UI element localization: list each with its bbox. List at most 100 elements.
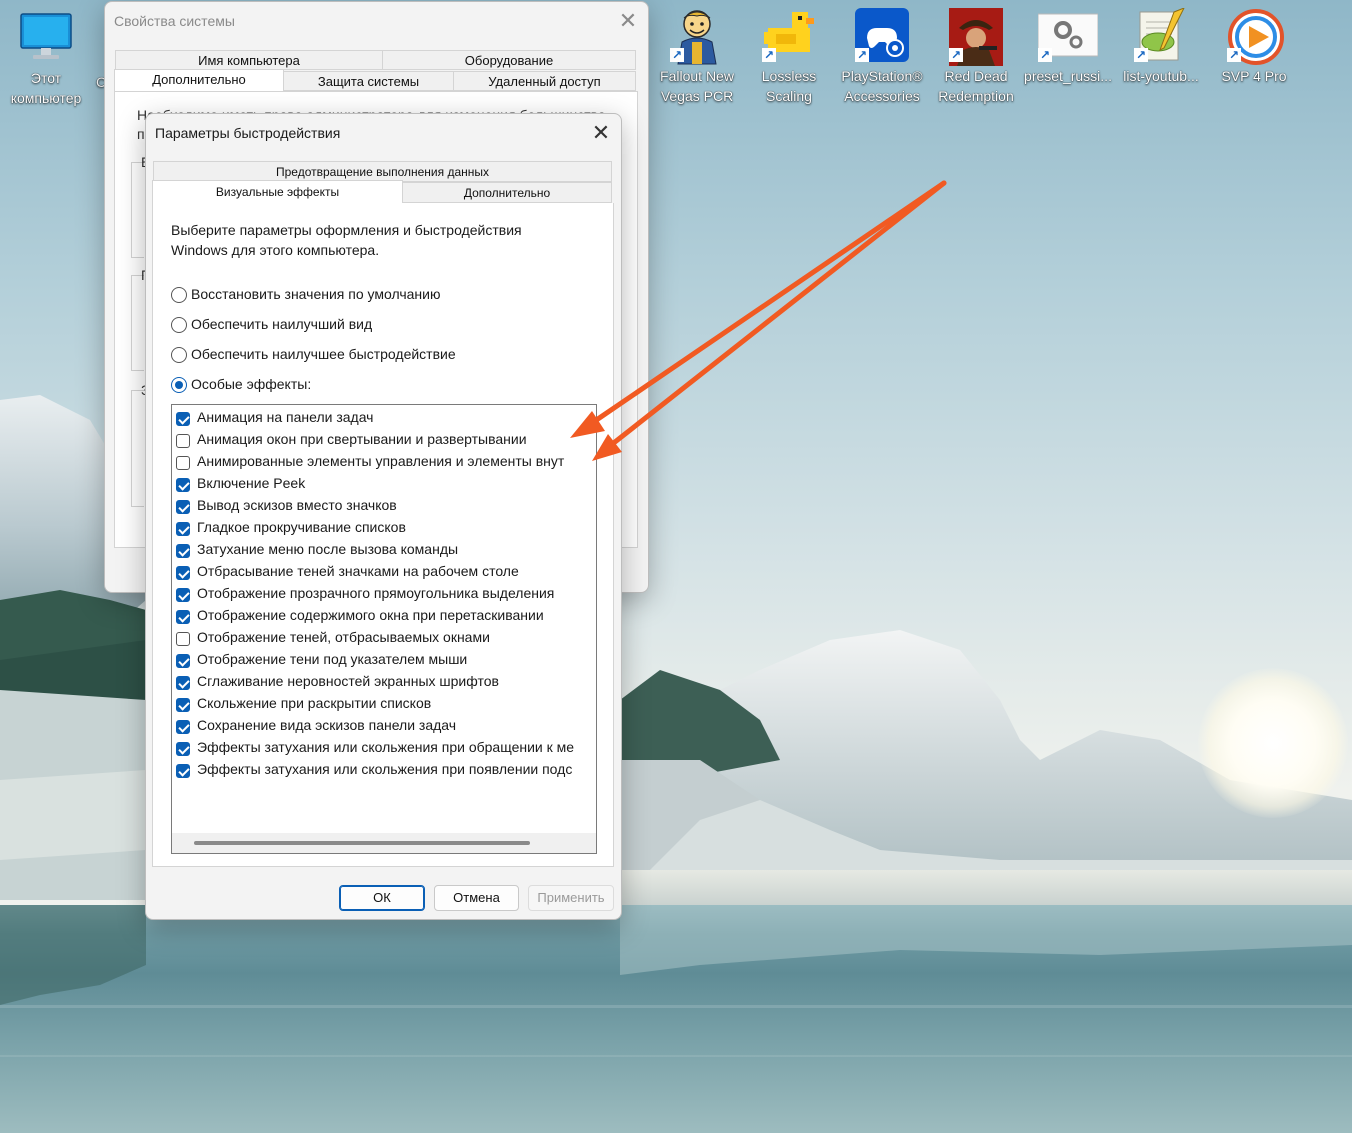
desktop-icon-label: Fallout New Vegas PCR bbox=[660, 68, 734, 104]
checkbox-checked[interactable] bbox=[176, 698, 190, 712]
radio-circle[interactable] bbox=[171, 287, 187, 303]
checkbox-checked[interactable] bbox=[176, 588, 190, 602]
close-icon[interactable]: ✕ bbox=[618, 10, 638, 32]
effect-checkbox-row[interactable]: Сохранение вида эскизов панели задач bbox=[172, 717, 457, 734]
effect-label: Эффекты затухания или скольжения при обр… bbox=[197, 739, 575, 755]
checkbox-checked[interactable] bbox=[176, 654, 190, 668]
effect-label: Анимация на панели задач bbox=[197, 409, 374, 425]
wallpaper-sun bbox=[1198, 668, 1348, 818]
radio-circle[interactable] bbox=[171, 347, 187, 363]
wallpaper-reflection bbox=[0, 905, 1352, 1057]
effect-label: Отображение содержимого окна при перетас… bbox=[197, 607, 544, 623]
radio-best-appearance[interactable]: Обеспечить наилучший вид bbox=[171, 316, 372, 333]
desktop-icon-label: PlayStation® Accessories bbox=[841, 68, 923, 104]
effect-checkbox-row[interactable]: Отображение содержимого окна при перетас… bbox=[172, 607, 544, 624]
desktop-icon-playstation-accessories[interactable]: ↗ PlayStation® Accessories bbox=[836, 8, 928, 106]
visual-effects-panel: Выберите параметры оформления и быстроде… bbox=[152, 203, 614, 867]
checkbox-checked[interactable] bbox=[176, 412, 190, 426]
effects-listbox[interactable]: Анимация на панели задач Анимация окон пр… bbox=[171, 404, 597, 854]
effect-checkbox-row[interactable]: Сглаживание неровностей экранных шрифтов bbox=[172, 673, 499, 690]
effect-checkbox-row[interactable]: Вывод эскизов вместо значков bbox=[172, 497, 397, 514]
effect-checkbox-row[interactable]: Отображение прозрачного прямоугольника в… bbox=[172, 585, 555, 602]
checkbox-unchecked[interactable] bbox=[176, 434, 190, 448]
horizontal-scrollbar[interactable] bbox=[172, 833, 596, 853]
desktop-icon-partial[interactable]: С bbox=[60, 58, 110, 92]
shortcut-arrow-icon: ↗ bbox=[855, 48, 869, 62]
effect-checkbox-row[interactable]: Скольжение при раскрытии списков bbox=[172, 695, 432, 712]
checkbox-checked[interactable] bbox=[176, 720, 190, 734]
ok-button[interactable]: ОК bbox=[339, 885, 425, 911]
effect-label: Скольжение при раскрытии списков bbox=[197, 695, 432, 711]
effect-checkbox-row[interactable]: Эффекты затухания или скольжения при обр… bbox=[172, 739, 575, 756]
radio-custom[interactable]: Особые эффекты: bbox=[171, 376, 311, 393]
effect-label: Включение Peek bbox=[197, 475, 306, 491]
effect-label: Вывод эскизов вместо значков bbox=[197, 497, 397, 513]
radio-circle[interactable] bbox=[171, 317, 187, 333]
tab-advanced[interactable]: Дополнительно bbox=[402, 182, 612, 203]
radio-restore-defaults[interactable]: Восстановить значения по умолчанию bbox=[171, 286, 440, 303]
red-dead-redemption-icon: ↗ bbox=[949, 8, 1003, 66]
effect-label: Гладкое прокручивание списков bbox=[197, 519, 406, 535]
effect-checkbox-row[interactable]: Включение Peek bbox=[172, 475, 306, 492]
effect-checkbox-row[interactable]: Эффекты затухания или скольжения при поя… bbox=[172, 761, 572, 778]
effect-checkbox-row[interactable]: Анимация на панели задач bbox=[172, 409, 374, 426]
checkbox-unchecked[interactable] bbox=[176, 632, 190, 646]
desktop-icon-label: list-youtub... bbox=[1123, 68, 1199, 84]
checkbox-checked[interactable] bbox=[176, 478, 190, 492]
radio-circle-selected[interactable] bbox=[171, 377, 187, 393]
monitor-icon bbox=[19, 10, 73, 64]
desktop-icon-label: preset_russi... bbox=[1024, 68, 1112, 84]
startup-groupbox bbox=[131, 390, 144, 507]
checkbox-checked[interactable] bbox=[176, 500, 190, 514]
dialog-title: Параметры быстродействия bbox=[155, 125, 341, 141]
tab-remote-access[interactable]: Удаленный доступ bbox=[453, 71, 636, 91]
svp-play-icon: ↗ bbox=[1227, 8, 1284, 65]
performance-options-dialog: Параметры быстродействия ✕ Предотвращени… bbox=[145, 113, 622, 920]
checkbox-checked[interactable] bbox=[176, 742, 190, 756]
effect-label: Отображение прозрачного прямоугольника в… bbox=[197, 585, 555, 601]
titlebar: Параметры быстродействия ✕ bbox=[146, 114, 621, 152]
titlebar: Свойства системы ✕ bbox=[105, 2, 648, 40]
effect-checkbox-row[interactable]: Отбрасывание теней значками на рабочем с… bbox=[172, 563, 519, 580]
tab-system-protection[interactable]: Защита системы bbox=[283, 71, 454, 91]
notepad-plus-plus-icon: ↗ bbox=[1134, 7, 1188, 62]
effect-label: Отображение тени под указателем мыши bbox=[197, 651, 468, 667]
apply-button[interactable]: Применить bbox=[528, 885, 614, 911]
checkbox-checked[interactable] bbox=[176, 676, 190, 690]
effect-checkbox-row[interactable]: Анимированные элементы управления и элем… bbox=[172, 453, 565, 470]
effect-label: Сохранение вида эскизов панели задач bbox=[197, 717, 457, 733]
shortcut-arrow-icon: ↗ bbox=[1134, 48, 1148, 62]
tab-hardware[interactable]: Оборудование bbox=[382, 50, 636, 70]
effect-checkbox-row[interactable]: Затухание меню после вызова команды bbox=[172, 541, 458, 558]
desktop-icon-preset-russian[interactable]: ↗ preset_russi... bbox=[1022, 8, 1114, 86]
checkbox-unchecked[interactable] bbox=[176, 456, 190, 470]
effect-label: Анимированные элементы управления и элем… bbox=[197, 453, 565, 469]
checkbox-checked[interactable] bbox=[176, 610, 190, 624]
shortcut-arrow-icon: ↗ bbox=[1038, 48, 1052, 62]
desktop-icon-lossless-scaling[interactable]: ↗ Lossless Scaling bbox=[743, 8, 835, 106]
scrollbar-thumb[interactable] bbox=[194, 841, 530, 845]
effect-checkbox-row[interactable]: Гладкое прокручивание списков bbox=[172, 519, 406, 536]
close-icon[interactable]: ✕ bbox=[591, 122, 611, 144]
tab-visual-effects[interactable]: Визуальные эффекты bbox=[152, 180, 403, 204]
tab-dep[interactable]: Предотвращение выполнения данных bbox=[153, 161, 612, 182]
effect-checkbox-row[interactable]: Анимация окон при свертывании и разверты… bbox=[172, 431, 527, 448]
fallout-vault-boy-icon: ↗ bbox=[670, 8, 724, 65]
radio-best-performance[interactable]: Обеспечить наилучшее быстродействие bbox=[171, 346, 456, 363]
effect-checkbox-row[interactable]: Отображение тени под указателем мыши bbox=[172, 651, 468, 668]
desktop-icon-fallout[interactable]: ↗ Fallout New Vegas PCR bbox=[651, 8, 743, 106]
desktop-icon-svp-4-pro[interactable]: ↗ SVP 4 Pro bbox=[1208, 8, 1300, 86]
tab-computer-name[interactable]: Имя компьютера bbox=[115, 50, 383, 70]
window-title: Свойства системы bbox=[114, 13, 235, 29]
checkbox-checked[interactable] bbox=[176, 764, 190, 778]
checkbox-checked[interactable] bbox=[176, 544, 190, 558]
desktop-icon-red-dead-redemption[interactable]: ↗ Red Dead Redemption bbox=[930, 8, 1022, 106]
checkbox-checked[interactable] bbox=[176, 522, 190, 536]
effect-checkbox-row[interactable]: Отображение теней, отбрасываемых окнами bbox=[172, 629, 490, 646]
playstation-icon: ↗ bbox=[855, 8, 909, 62]
desktop-icon-list-youtube[interactable]: ↗ list-youtub... bbox=[1115, 7, 1207, 86]
checkbox-checked[interactable] bbox=[176, 566, 190, 580]
cancel-button[interactable]: Отмена bbox=[434, 885, 519, 911]
desktop-icon-label: Red Dead Redemption bbox=[938, 68, 1014, 104]
tab-advanced[interactable]: Дополнительно bbox=[114, 69, 284, 92]
